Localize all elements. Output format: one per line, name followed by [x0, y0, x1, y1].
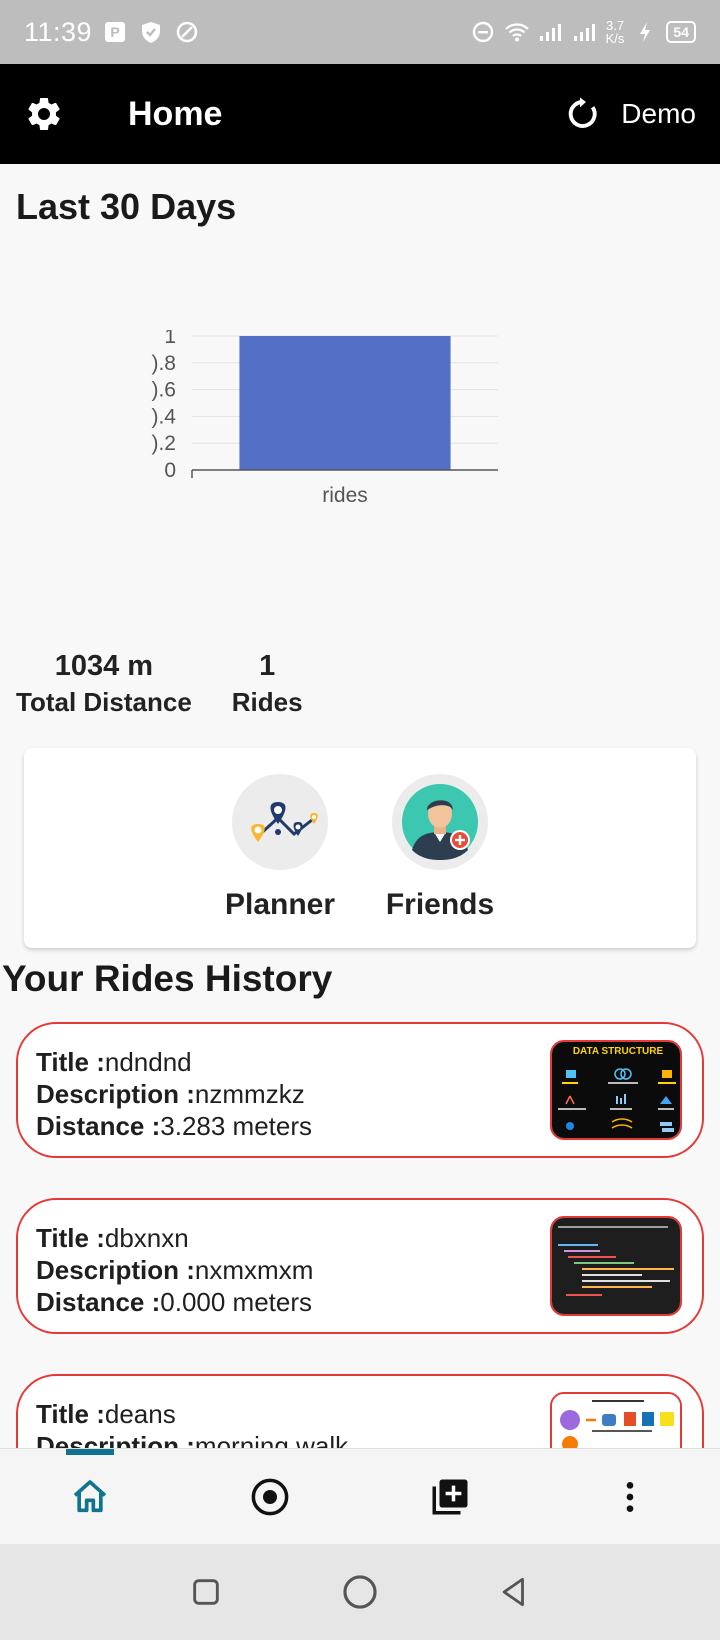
y-tick-label: 1 [164, 330, 176, 348]
ride-thumbnail: DATA STRUCTURE [550, 1040, 682, 1140]
data-saver-icon [174, 19, 200, 45]
shield-icon [138, 19, 164, 45]
ride-description-key: Description : [36, 1431, 195, 1448]
rides-chart: 0 ).2 ).4 ).6 ).8 1 rides [151, 330, 498, 507]
stats-row: 1034 m Total Distance 1 Rides [16, 650, 303, 718]
quick-actions-card: Planner Friends [24, 748, 696, 948]
recents-icon [193, 1579, 219, 1605]
ride-card[interactable]: Title :dbxnxn Description :nxmxmxm Dista… [16, 1198, 704, 1334]
y-tick-label: 0 [164, 459, 176, 482]
planner-label: Planner [224, 888, 336, 921]
planner-button[interactable]: Planner [224, 774, 336, 948]
summary-title: Last 30 Days [16, 186, 237, 227]
ride-card[interactable]: Title :ndndnd Description :nzmmzkz Dista… [16, 1022, 704, 1158]
rides-count-label: Rides [231, 687, 303, 717]
battery-indicator: 54 [666, 21, 696, 43]
route-planner-icon [251, 802, 318, 842]
demo-button[interactable]: Demo [621, 98, 696, 130]
more-icon [626, 1481, 634, 1512]
x-tick-label: rides [322, 484, 368, 507]
planner-avatar [232, 774, 328, 870]
friends-label: Friends [385, 888, 495, 921]
active-tab-indicator [66, 1449, 114, 1455]
total-distance-stat: 1034 m Total Distance [16, 650, 192, 718]
do-not-disturb-icon [470, 19, 496, 45]
rides-count-value: 1 [259, 650, 276, 682]
add-ride-icon [432, 1479, 468, 1514]
ride-card[interactable]: Title :deans Description :morning walk [16, 1374, 704, 1448]
ride-description-key: Description : [36, 1079, 195, 1109]
status-time: 11:39 [24, 16, 93, 47]
ride-distance: 3.283 meters [160, 1111, 313, 1141]
ride-distance: 0.000 meters [160, 1287, 313, 1317]
rides-stat: 1 Rides [232, 650, 303, 718]
nav-record[interactable] [180, 1449, 360, 1544]
ride-thumbnail [550, 1392, 682, 1448]
add-friend-icon [402, 784, 478, 860]
nav-add-ride[interactable] [360, 1449, 540, 1544]
home-icon [73, 1479, 107, 1512]
chart-bar [239, 336, 451, 470]
ride-title-key: Title : [36, 1047, 105, 1077]
ride-details: Title :ndndnd Description :nzmmzkz Dista… [36, 1046, 312, 1142]
page-title: Home [128, 94, 223, 133]
ride-title-key: Title : [36, 1399, 105, 1429]
ride-title: dbxnxn [104, 1223, 189, 1253]
back-triangle-icon [502, 1577, 524, 1607]
ride-thumbnail [550, 1216, 682, 1316]
ride-history-list[interactable]: Title :ndndnd Description :nzmmzkz Dista… [0, 1010, 720, 1448]
network-speed: 3.7 K/s [606, 19, 625, 45]
ride-description-key: Description : [36, 1255, 195, 1285]
signal-icon-2 [572, 19, 598, 45]
back-button[interactable] [492, 1570, 536, 1614]
ride-description: nxmxmxm [194, 1255, 314, 1285]
ride-details: Title :dbxnxn Description :nxmxmxm Dista… [36, 1222, 313, 1318]
wifi-icon [504, 19, 530, 45]
nav-more[interactable] [540, 1449, 720, 1544]
signal-icon [538, 19, 564, 45]
settings-button[interactable] [22, 92, 66, 136]
ride-description: morning walk [194, 1431, 349, 1448]
history-title: Your Rides History [2, 958, 333, 999]
friends-button[interactable]: Friends [384, 774, 496, 948]
home-circle-icon [343, 1575, 377, 1609]
app-bar: Home Demo [0, 64, 720, 164]
y-tick-label: ).6 [151, 379, 176, 402]
ride-description: nzmmzkz [194, 1079, 305, 1109]
ride-title: ndndnd [104, 1047, 192, 1077]
refresh-icon [569, 97, 597, 128]
recents-button[interactable] [184, 1570, 228, 1614]
bottom-navigation [0, 1448, 720, 1544]
svg-text:P: P [110, 24, 119, 40]
nav-home[interactable] [0, 1449, 180, 1544]
record-icon [251, 1478, 289, 1515]
ride-distance-key: Distance : [36, 1287, 161, 1317]
charging-icon [632, 19, 658, 45]
y-tick-label: ).4 [151, 405, 176, 428]
gear-icon [28, 97, 60, 130]
y-tick-label: ).8 [151, 352, 176, 375]
ride-title-key: Title : [36, 1223, 105, 1253]
y-tick-label: ).2 [151, 432, 176, 455]
friends-avatar [392, 774, 488, 870]
total-distance-label: Total Distance [16, 687, 192, 717]
refresh-button[interactable] [563, 94, 603, 134]
network-speed-unit: K/s [605, 31, 625, 46]
home-button[interactable] [338, 1570, 382, 1614]
thumbnail-heading: DATA STRUCTURE [573, 1046, 664, 1057]
total-distance-value: 1034 m [54, 650, 154, 682]
status-bar: 11:39 P 3.7 K/s 54 [0, 0, 720, 64]
ride-distance-key: Distance : [36, 1111, 161, 1141]
system-navigation-bar [0, 1544, 720, 1640]
parking-notification-icon: P [102, 19, 128, 45]
ride-title: deans [104, 1399, 176, 1429]
ride-details: Title :deans Description :morning walk [36, 1398, 348, 1448]
